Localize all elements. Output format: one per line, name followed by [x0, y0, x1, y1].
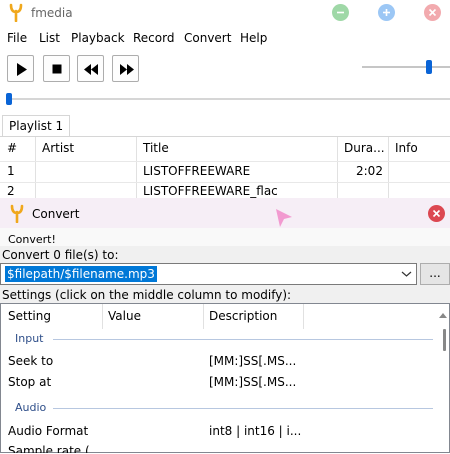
description-seek-to: [MM:]SS[.MS... [209, 354, 297, 368]
minimize-button[interactable] [332, 4, 349, 21]
settings-label: Settings (click on the middle column to … [2, 288, 292, 302]
mouse-cursor-icon [276, 209, 292, 227]
description-audio-format: int8 | int16 | i... [209, 424, 302, 438]
group-header-input: Input [15, 332, 44, 345]
fmedia-logo-icon [10, 204, 24, 223]
menu-convert[interactable]: Convert [184, 31, 231, 45]
row-1-title[interactable]: LISTOFFREEWARE [143, 164, 250, 178]
group-divider [53, 408, 433, 409]
stop-icon [52, 64, 62, 74]
seek-slider-track[interactable] [8, 98, 450, 100]
browse-button[interactable]: ... [420, 263, 450, 285]
settings-table: Setting Value Description Input Seek to … [0, 303, 450, 453]
scroll-up-arrow-icon[interactable] [439, 312, 447, 318]
playlist-table: # Artist Title Dura... Info 1 LISTOFFREE… [0, 136, 450, 203]
row-divider [0, 182, 450, 183]
playlist-tabs: Playlist 1 [0, 115, 450, 137]
column-divider [337, 137, 338, 203]
output-path-text[interactable]: $filepath/$filename.mp3 [5, 266, 157, 282]
description-stop-at: [MM:]SS[.MS... [209, 375, 297, 389]
row-1-duration[interactable]: 2:02 [356, 164, 383, 178]
group-header-audio: Audio [15, 401, 47, 414]
chevron-down-icon[interactable] [401, 269, 412, 279]
column-header-setting[interactable]: Setting [8, 309, 51, 323]
play-icon [17, 63, 27, 76]
menu-list[interactable]: List [39, 31, 60, 45]
window-title: fmedia [31, 6, 73, 20]
rewind-icon [84, 64, 98, 75]
setting-seek-to[interactable]: Seek to [8, 354, 53, 368]
tab-playlist-1[interactable]: Playlist 1 [2, 115, 71, 137]
row-2-number[interactable]: 2 [7, 184, 15, 198]
row-1-number[interactable]: 1 [7, 164, 15, 178]
header-divider [0, 161, 450, 162]
play-button[interactable] [7, 55, 34, 82]
convert-count-label: Convert 0 file(s) to: [2, 248, 119, 262]
previous-button[interactable] [77, 55, 104, 82]
seek-slider-thumb[interactable] [6, 93, 12, 105]
column-divider [102, 304, 103, 329]
convert-dialog: Convert Convert! Convert 0 file(s) to: $… [0, 198, 450, 453]
title-bar: fmedia [0, 0, 450, 26]
menu-bar: File List Playback Record Convert Help [0, 26, 450, 50]
menu-playback[interactable]: Playback [71, 31, 125, 45]
column-divider [136, 137, 137, 203]
convert-action-label[interactable]: Convert! [8, 233, 56, 246]
column-header-duration[interactable]: Dura... [344, 137, 385, 161]
column-header-value[interactable]: Value [108, 309, 141, 323]
convert-dialog-body: Convert 0 file(s) to: $filepath/$filenam… [0, 246, 450, 453]
column-divider [388, 137, 389, 203]
group-divider [53, 339, 433, 340]
column-header-title[interactable]: Title [143, 137, 169, 161]
setting-sample-rate[interactable]: Sample rate ( [8, 444, 90, 453]
column-header-artist[interactable]: Artist [42, 137, 74, 161]
volume-slider-thumb[interactable] [426, 60, 432, 74]
volume-slider-track[interactable] [362, 66, 450, 68]
column-divider [303, 304, 304, 329]
close-icon [432, 209, 441, 218]
setting-audio-format[interactable]: Audio Format [8, 424, 88, 438]
fmedia-logo-icon [9, 3, 23, 22]
setting-stop-at[interactable]: Stop at [8, 375, 51, 389]
convert-dialog-title-bar: Convert [0, 198, 450, 228]
convert-dialog-title: Convert [32, 207, 80, 221]
next-button[interactable] [112, 55, 139, 82]
output-path-combobox[interactable]: $filepath/$filename.mp3 [0, 263, 417, 285]
transport-toolbar [0, 50, 450, 90]
column-divider [35, 137, 36, 203]
fast-forward-icon [120, 64, 134, 75]
column-header-number[interactable]: # [7, 137, 17, 161]
column-header-info[interactable]: Info [395, 137, 418, 161]
close-button[interactable] [424, 4, 441, 21]
menu-file[interactable]: File [7, 31, 27, 45]
row-2-title[interactable]: LISTOFFREEWARE_flac [143, 184, 278, 198]
settings-scrollbar-thumb[interactable] [443, 329, 446, 351]
column-divider [203, 304, 204, 329]
maximize-button[interactable] [378, 4, 395, 21]
column-header-description[interactable]: Description [209, 309, 277, 323]
stop-button[interactable] [43, 55, 70, 82]
menu-help[interactable]: Help [240, 31, 267, 45]
convert-dialog-close-button[interactable] [428, 205, 445, 222]
menu-record[interactable]: Record [133, 31, 174, 45]
